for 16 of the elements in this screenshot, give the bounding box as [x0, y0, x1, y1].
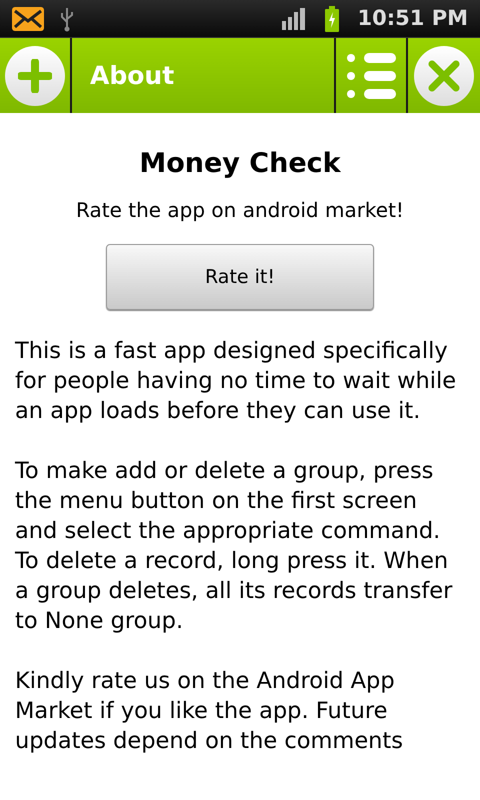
subtitle: Rate the app on android market! [76, 197, 404, 223]
plus-icon [18, 58, 52, 92]
paragraph: To make add or delete a group, press the menu button on the first screen and select the appropriate command. To delete a record, long press it. When a group deletes, all its records transfer to None group. [15, 457, 454, 636]
paragraph: Kindly rate us on the Android App Market if you like the app. Future updates depend on the comments [15, 667, 404, 756]
app-name: Money Check [139, 147, 341, 181]
signal-icon [282, 8, 306, 30]
paragraph: This is a fast app designed specifically for people having no time to wait while an app loads before they can use it. [15, 337, 458, 426]
close-icon [427, 58, 461, 92]
list-icon [346, 52, 396, 98]
usb-icon [60, 6, 74, 32]
envelope-icon [12, 6, 44, 30]
battery-icon [324, 6, 340, 32]
rate-button[interactable]: Rate it! [106, 244, 374, 310]
screen-title: About [90, 60, 174, 92]
menu-button[interactable] [346, 52, 396, 98]
status-time: 10:51 PM [358, 4, 468, 32]
